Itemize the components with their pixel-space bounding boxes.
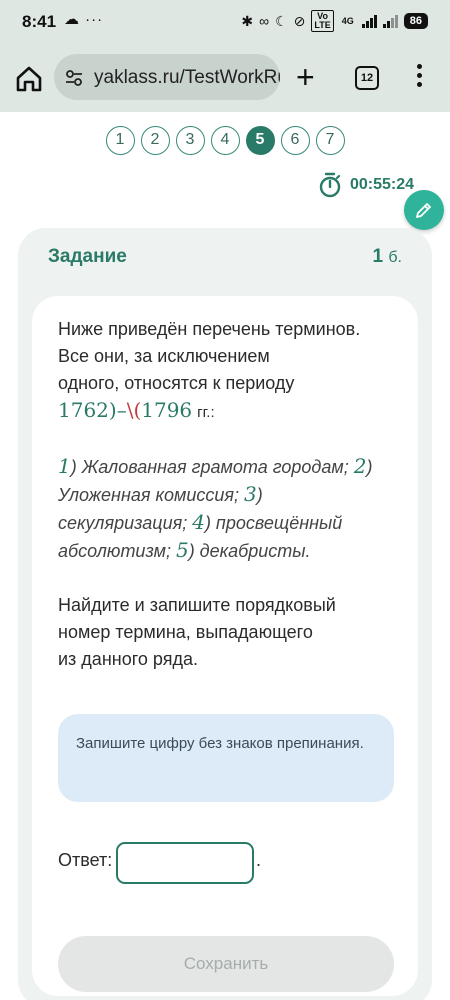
edit-fab-button[interactable]	[404, 190, 444, 230]
term-number: 4	[192, 510, 205, 534]
hint-box: Запишите цифру без знаков препинания.	[58, 714, 394, 802]
term-number: 2	[353, 454, 367, 478]
do-not-disturb-icon: ☾	[275, 12, 288, 29]
plus-icon: +	[296, 59, 315, 95]
question-line: Ниже приведён перечень терминов.	[58, 319, 361, 339]
page-button-5[interactable]: 5	[245, 126, 275, 155]
tab-switcher-button[interactable]: 12	[355, 66, 379, 90]
question-pager: 1 2 3 4 5 6 7	[0, 126, 450, 155]
page-button-2[interactable]: 2	[140, 126, 170, 155]
signal-2-icon	[382, 14, 398, 28]
answer-input[interactable]	[116, 842, 254, 884]
term-number: 1	[58, 454, 71, 478]
term-text: )	[366, 457, 373, 477]
link-icon: ∞	[259, 13, 270, 29]
points-unit: б.	[388, 249, 402, 266]
save-button[interactable]: Сохранить	[58, 936, 394, 992]
status-right-icons: ✱ ∞ ☾ ⊘ Vo LTE 4G 86	[241, 10, 428, 32]
term-text: Уложенная комиссия;	[58, 485, 244, 505]
pencil-icon	[416, 203, 431, 218]
task-card: Задание 1 б. Ниже приведён перечень терм…	[18, 228, 432, 1000]
new-tab-button[interactable]: +	[296, 59, 315, 95]
bluetooth-icon: ✱	[241, 12, 254, 29]
instruction-line: Найдите и запишите порядковый	[58, 595, 336, 615]
status-bar: 8:41 ☁ ··· ✱ ∞ ☾ ⊘ Vo LTE 4G 86	[0, 0, 450, 44]
term-text: ) декабристы.	[188, 541, 311, 561]
site-settings-icon[interactable]	[64, 68, 84, 88]
term-number: 5	[175, 538, 189, 562]
page-button-1[interactable]: 1	[105, 126, 135, 155]
timer-value: 00:55:24	[349, 176, 414, 193]
address-bar[interactable]: yaklass.ru/TestWorkRun	[54, 54, 280, 100]
task-header: Задание	[48, 246, 127, 267]
period-end: 1796	[141, 398, 193, 422]
term-text: секуляризация;	[58, 513, 193, 533]
battery-icon: 86	[403, 13, 428, 29]
browser-toolbar: yaklass.ru/TestWorkRun + 12	[0, 44, 450, 112]
term-text: абсолютизм;	[58, 541, 176, 561]
page-button-6[interactable]: 6	[280, 126, 310, 155]
volte-icon: Vo LTE	[311, 10, 334, 32]
wifi-off-icon: ⊘	[293, 12, 306, 29]
term-text: )	[256, 485, 263, 505]
instruction-line: номер термина, выпадающего	[58, 622, 313, 642]
timer: 00:55:24	[318, 172, 414, 198]
status-notification-icons: ☁ ···	[64, 11, 104, 28]
home-button[interactable]	[14, 64, 44, 94]
term-text: ) просвещённый	[204, 513, 343, 533]
question-line: Все они, за исключением	[58, 346, 270, 366]
period-suffix: гг.:	[197, 404, 215, 421]
period-escape: \(	[126, 398, 142, 422]
period-dash: –	[116, 398, 127, 422]
term-number: 3	[243, 482, 257, 506]
answer-suffix: .	[256, 850, 262, 870]
more-menu-button[interactable]	[414, 64, 424, 94]
period-start: 1762)	[58, 398, 117, 422]
page-button-7[interactable]: 7	[315, 126, 345, 155]
terms-list: 1) Жалованная грамота городам; 2) Уложен…	[58, 453, 388, 565]
answer-label: Ответ:	[58, 850, 113, 870]
status-time: 8:41	[22, 12, 57, 31]
points-value: 1	[372, 246, 384, 267]
task-body: Ниже приведён перечень терминов. Все они…	[32, 296, 418, 996]
url-text: yaklass.ru/TestWorkRun	[94, 67, 280, 88]
signal-icon	[361, 14, 377, 28]
question-text: Ниже приведён перечень терминов. Все они…	[58, 316, 388, 673]
more-vert-icon	[414, 64, 424, 87]
page-button-3[interactable]: 3	[175, 126, 205, 155]
period-line: 1762)–\(1796 гг.:	[58, 397, 388, 426]
home-icon	[16, 66, 42, 92]
task-points: 1 б.	[373, 246, 402, 268]
term-text: ) Жалованная грамота городам;	[70, 457, 354, 477]
question-line: одного, относятся к периоду	[58, 373, 295, 393]
stopwatch-icon	[319, 172, 341, 198]
network-type-icon: 4G	[341, 15, 354, 26]
page-button-4[interactable]: 4	[210, 126, 240, 155]
instruction-line: из данного ряда.	[58, 649, 198, 669]
